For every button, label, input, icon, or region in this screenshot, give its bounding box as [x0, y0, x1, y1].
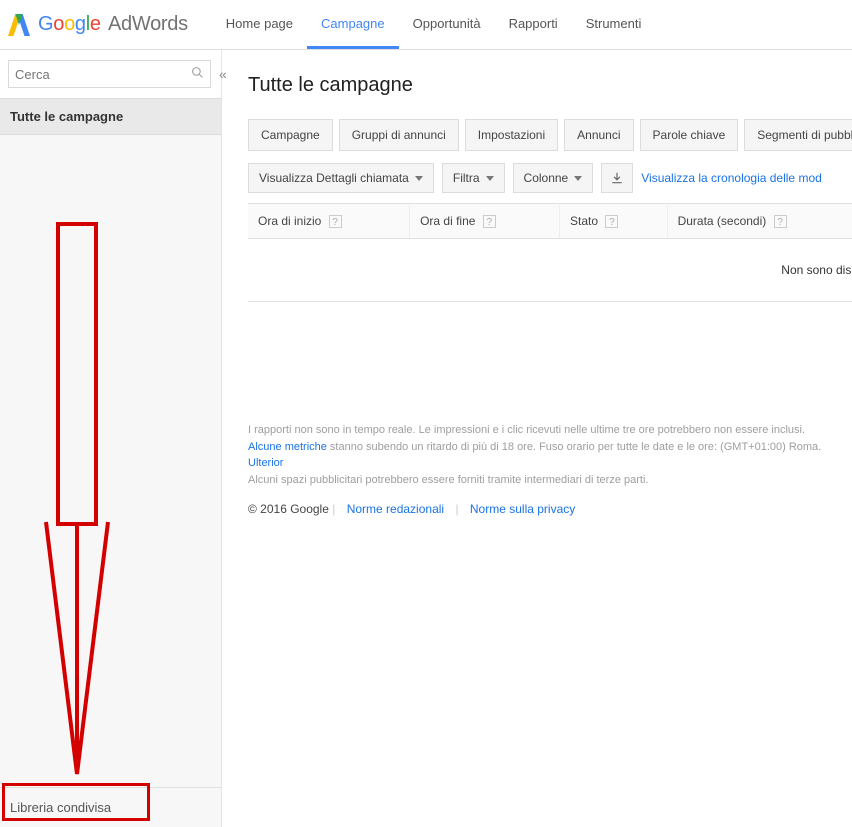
footnote-line2-rest: stanno subendo un ritardo di più di 18 o…: [327, 441, 821, 453]
container: « Tutte le campagne Libreria condivisa T…: [0, 50, 852, 827]
separator: |: [332, 502, 338, 516]
filter-label: Filtra: [453, 171, 480, 185]
help-icon[interactable]: ?: [605, 215, 618, 228]
columns-button[interactable]: Colonne: [513, 163, 594, 193]
col-state-label: Stato: [570, 214, 598, 228]
help-icon[interactable]: ?: [774, 215, 787, 228]
chevron-down-icon: [486, 176, 494, 181]
footnote-line3: Alcuni spazi pubblicitari potrebbero ess…: [248, 472, 852, 489]
collapse-sidebar-button[interactable]: «: [219, 66, 227, 82]
search-row: «: [0, 50, 221, 98]
copyright: © 2016 Google: [248, 502, 329, 516]
header: Google AdWords Home page Campagne Opport…: [0, 0, 852, 50]
separator: |: [455, 502, 461, 516]
sidebar-item-shared-library[interactable]: Libreria condivisa: [0, 787, 221, 827]
nav-home[interactable]: Home page: [212, 0, 307, 49]
help-icon[interactable]: ?: [483, 215, 496, 228]
tab-keywords[interactable]: Parole chiave: [640, 119, 739, 151]
page-title: Tutte le campagne: [248, 74, 852, 97]
nav-reports[interactable]: Rapporti: [495, 0, 572, 49]
download-icon: [610, 171, 624, 185]
download-button[interactable]: [601, 163, 633, 193]
more-link[interactable]: Ulterior: [248, 457, 283, 469]
footnotes: I rapporti non sono in tempo reale. Le i…: [248, 422, 852, 488]
footer: © 2016 Google | Norme redazionali | Norm…: [248, 502, 852, 516]
sidebar-spacer: [0, 135, 221, 787]
col-duration[interactable]: Durata (secondi) ?: [667, 204, 852, 239]
tab-ads[interactable]: Annunci: [564, 119, 633, 151]
search-box[interactable]: [8, 60, 211, 88]
columns-label: Colonne: [524, 171, 569, 185]
product-name: AdWords: [108, 13, 188, 35]
privacy-link[interactable]: Norme sulla privacy: [470, 502, 575, 516]
view-call-details-button[interactable]: Visualizza Dettagli chiamata: [248, 163, 434, 193]
view-call-details-label: Visualizza Dettagli chiamata: [259, 171, 409, 185]
logo: Google AdWords: [8, 11, 188, 39]
tab-audiences[interactable]: Segmenti di pubblico: [744, 119, 852, 151]
main: Tutte le campagne Campagne Gruppi di ann…: [222, 50, 852, 827]
col-state[interactable]: Stato ?: [560, 204, 668, 239]
top-nav: Home page Campagne Opportunità Rapporti …: [212, 0, 656, 49]
adwords-logo-icon: [8, 11, 30, 39]
empty-message: Non sono disp: [248, 239, 852, 302]
metrics-link[interactable]: Alcune metriche: [248, 441, 327, 453]
sidebar: « Tutte le campagne Libreria condivisa: [0, 50, 222, 827]
editorial-link[interactable]: Norme redazionali: [347, 502, 444, 516]
nav-campaigns[interactable]: Campagne: [307, 0, 399, 49]
sidebar-item-all-campaigns[interactable]: Tutte le campagne: [0, 98, 221, 135]
chevron-down-icon: [574, 176, 582, 181]
nav-tools[interactable]: Strumenti: [572, 0, 656, 49]
nav-opportunities[interactable]: Opportunità: [399, 0, 495, 49]
col-start-time[interactable]: Ora di inizio ?: [248, 204, 410, 239]
search-icon: [191, 66, 204, 82]
table-empty-row: Non sono disp: [248, 239, 852, 302]
google-wordmark: Google AdWords: [38, 13, 188, 36]
tab-adgroups[interactable]: Gruppi di annunci: [339, 119, 459, 151]
footnote-line1: I rapporti non sono in tempo reale. Le i…: [248, 422, 852, 439]
search-input[interactable]: [15, 67, 191, 82]
help-icon[interactable]: ?: [329, 215, 342, 228]
toolbar: Visualizza Dettagli chiamata Filtra Colo…: [248, 163, 852, 193]
sub-tabs: Campagne Gruppi di annunci Impostazioni …: [248, 119, 852, 151]
filter-button[interactable]: Filtra: [442, 163, 505, 193]
view-history-link[interactable]: Visualizza la cronologia delle mod: [641, 171, 822, 185]
tab-campaigns[interactable]: Campagne: [248, 119, 333, 151]
footnote-line2: Alcune metriche stanno subendo un ritard…: [248, 439, 852, 472]
col-duration-label: Durata (secondi): [678, 214, 767, 228]
col-end-label: Ora di fine: [420, 214, 475, 228]
col-end-time[interactable]: Ora di fine ?: [410, 204, 560, 239]
call-details-table: Ora di inizio ? Ora di fine ? Stato ? Du…: [248, 203, 852, 302]
tab-settings[interactable]: Impostazioni: [465, 119, 558, 151]
chevron-down-icon: [415, 176, 423, 181]
col-start-label: Ora di inizio: [258, 214, 321, 228]
